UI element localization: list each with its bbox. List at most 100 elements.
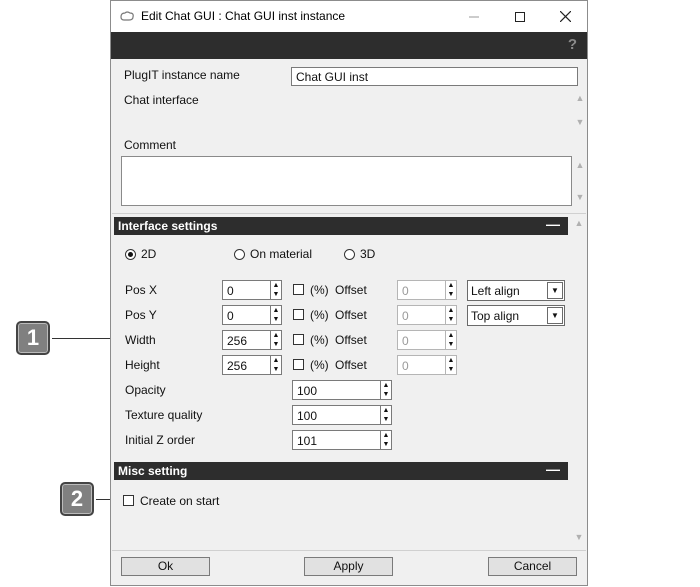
scroll-up-icon[interactable]: ▲	[574, 218, 584, 228]
scroll-down-icon[interactable]: ▼	[575, 192, 585, 202]
width-offset-label: Offset	[335, 333, 367, 347]
chevron-down-icon[interactable]: ▼	[547, 282, 563, 299]
settings-scrollbar[interactable]: ▲ ▼	[572, 214, 586, 548]
maximize-icon	[515, 11, 525, 22]
create-on-start-checkbox[interactable]	[123, 495, 134, 506]
spin-up-icon[interactable]: ▲	[272, 357, 280, 364]
height-percent-label: (%)	[310, 358, 329, 372]
instance-name-label: PlugIT instance name	[124, 68, 240, 82]
pos-y-offset-spinner[interactable]: 0 ▲ ▼	[397, 305, 457, 325]
spin-down-icon[interactable]: ▼	[382, 416, 390, 423]
z-order-spinner[interactable]: 101 ▲ ▼	[292, 430, 392, 450]
spin-up-icon[interactable]: ▲	[447, 282, 455, 289]
spin-down-icon[interactable]: ▼	[382, 391, 390, 398]
width-percent-checkbox[interactable]	[293, 334, 304, 345]
scroll-down-icon[interactable]: ▼	[574, 532, 584, 542]
spin-up-icon[interactable]: ▲	[382, 382, 390, 389]
radio-2d[interactable]	[125, 249, 136, 260]
pos-x-spinner[interactable]: 0 ▲ ▼	[222, 280, 282, 300]
toolbar: ?	[111, 32, 587, 59]
spin-up-icon[interactable]: ▲	[272, 307, 280, 314]
comment-scrollbar[interactable]: ▲ ▼	[573, 156, 587, 206]
title-bar: Edit Chat GUI : Chat GUI inst instance	[111, 1, 587, 32]
pos-y-percent-checkbox[interactable]	[293, 309, 304, 320]
z-order-label: Initial Z order	[125, 433, 196, 447]
chevron-down-icon[interactable]: ▼	[547, 307, 563, 324]
settings-panel: ▲ ▼ Interface settings — 2D On material …	[112, 213, 586, 551]
radio-3d-label: 3D	[360, 247, 376, 261]
comment-label: Comment	[124, 138, 177, 152]
dialog-window: Edit Chat GUI : Chat GUI inst instance ?…	[110, 0, 588, 586]
callout-1: 1	[16, 321, 50, 355]
window-title: Edit Chat GUI : Chat GUI inst instance	[141, 9, 346, 23]
close-icon	[559, 11, 571, 22]
spin-down-icon[interactable]: ▼	[272, 316, 280, 323]
radio-on-material[interactable]	[234, 249, 245, 260]
spin-down-icon[interactable]: ▼	[272, 366, 280, 373]
spin-up-icon[interactable]: ▲	[382, 432, 390, 439]
width-spinner[interactable]: 256 ▲ ▼	[222, 330, 282, 350]
spin-up-icon[interactable]: ▲	[382, 407, 390, 414]
spin-up-icon[interactable]: ▲	[272, 282, 280, 289]
collapse-icon[interactable]: —	[546, 461, 560, 477]
spin-up-icon[interactable]: ▲	[272, 332, 280, 339]
spin-up-icon[interactable]: ▲	[447, 307, 455, 314]
opacity-spinner[interactable]: 100 ▲ ▼	[292, 380, 392, 400]
height-label: Height	[125, 358, 160, 372]
width-percent-label: (%)	[310, 333, 329, 347]
chat-interface-scrollbar[interactable]: ▲ ▼	[573, 91, 587, 131]
cancel-button[interactable]: Cancel	[488, 557, 577, 576]
app-icon	[120, 11, 134, 21]
spin-down-icon[interactable]: ▼	[447, 366, 455, 373]
interface-settings-title: Interface settings	[118, 219, 218, 233]
pos-x-label: Pos X	[125, 283, 158, 297]
spin-down-icon[interactable]: ▼	[447, 341, 455, 348]
ok-button[interactable]: Ok	[121, 557, 210, 576]
minimize-button[interactable]	[451, 1, 497, 32]
callout-2: 2	[60, 482, 94, 516]
spin-down-icon[interactable]: ▼	[272, 291, 280, 298]
misc-settings-title: Misc setting	[118, 464, 188, 478]
height-percent-checkbox[interactable]	[293, 359, 304, 370]
maximize-button[interactable]	[497, 1, 543, 32]
width-label: Width	[125, 333, 156, 347]
height-spinner[interactable]: 256 ▲ ▼	[222, 355, 282, 375]
scroll-down-icon[interactable]: ▼	[575, 117, 585, 127]
misc-settings-header[interactable]: Misc setting —	[114, 461, 568, 480]
chat-interface-label: Chat interface	[124, 93, 199, 107]
radio-3d[interactable]	[344, 249, 355, 260]
help-icon[interactable]: ?	[568, 36, 577, 53]
pos-y-spinner[interactable]: 0 ▲ ▼	[222, 305, 282, 325]
pos-x-percent-checkbox[interactable]	[293, 284, 304, 295]
texture-quality-spinner[interactable]: 100 ▲ ▼	[292, 405, 392, 425]
opacity-label: Opacity	[125, 383, 166, 397]
radio-on-material-label: On material	[250, 247, 313, 261]
vertical-align-select[interactable]: Top align ▼	[467, 305, 565, 326]
apply-button[interactable]: Apply	[304, 557, 393, 576]
minimize-icon	[469, 16, 479, 17]
pos-x-offset-spinner[interactable]: 0 ▲ ▼	[397, 280, 457, 300]
create-on-start-label: Create on start	[140, 494, 220, 508]
pos-y-percent-label: (%)	[310, 308, 329, 322]
texture-quality-label: Texture quality	[125, 408, 203, 422]
width-offset-spinner[interactable]: 0 ▲ ▼	[397, 330, 457, 350]
spin-down-icon[interactable]: ▼	[447, 316, 455, 323]
instance-name-input[interactable]: Chat GUI inst	[291, 67, 578, 86]
height-offset-spinner[interactable]: 0 ▲ ▼	[397, 355, 457, 375]
collapse-icon[interactable]: —	[546, 216, 560, 232]
horizontal-align-select[interactable]: Left align ▼	[467, 280, 565, 301]
scroll-up-icon[interactable]: ▲	[575, 93, 585, 103]
interface-settings-header[interactable]: Interface settings —	[114, 216, 568, 235]
height-offset-label: Offset	[335, 358, 367, 372]
pos-x-offset-label: Offset	[335, 283, 367, 297]
close-button[interactable]	[542, 1, 588, 32]
spin-down-icon[interactable]: ▼	[447, 291, 455, 298]
pos-y-offset-label: Offset	[335, 308, 367, 322]
scroll-up-icon[interactable]: ▲	[575, 160, 585, 170]
spin-up-icon[interactable]: ▲	[447, 332, 455, 339]
spin-up-icon[interactable]: ▲	[447, 357, 455, 364]
spin-down-icon[interactable]: ▼	[272, 341, 280, 348]
spin-down-icon[interactable]: ▼	[382, 441, 390, 448]
comment-textarea[interactable]	[121, 156, 572, 206]
pos-y-label: Pos Y	[125, 308, 157, 322]
